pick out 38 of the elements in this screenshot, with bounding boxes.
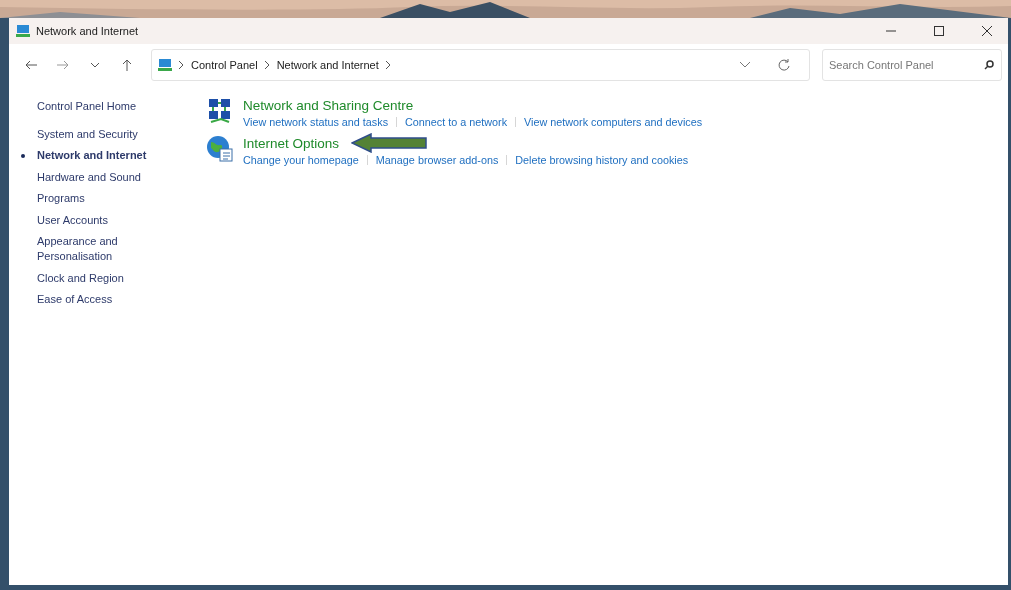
control-panel-icon <box>158 59 172 71</box>
sidebar-item[interactable]: Network and Internet <box>37 145 147 167</box>
caret-icon[interactable] <box>91 62 99 68</box>
dropdown-icon[interactable] <box>740 62 750 68</box>
close-icon[interactable] <box>982 26 992 36</box>
globe-document-icon <box>205 134 235 164</box>
back-arrow-icon[interactable] <box>25 60 37 70</box>
chevron-icon <box>264 61 270 69</box>
task-link[interactable]: Change your homepage <box>243 154 359 166</box>
category-title[interactable]: Internet Options <box>243 135 340 151</box>
sidebar-item[interactable]: Clock and Region <box>37 267 124 289</box>
sidebar-item[interactable]: User Accounts <box>37 209 108 231</box>
chevron-icon <box>385 61 391 69</box>
sidebar-link[interactable]: Control Panel Home <box>37 96 137 118</box>
task-link[interactable]: View network computers and devices <box>524 116 703 128</box>
control-panel-icon <box>16 25 30 37</box>
sidebar-item[interactable]: Appearance and Personalisation <box>37 231 127 268</box>
breadcrumb[interactable]: Control Panel <box>191 59 258 71</box>
sidebar-item[interactable]: System and Security <box>37 123 138 145</box>
sidebar-item[interactable]: Programs <box>37 188 85 210</box>
chevron-icon <box>179 61 184 69</box>
breadcrumb[interactable]: Network and Internet <box>276 59 379 71</box>
task-link[interactable]: Delete browsing history and cookies <box>515 154 689 166</box>
task-link[interactable]: Manage browser add-ons <box>375 154 499 166</box>
forward-arrow-icon[interactable] <box>57 60 69 70</box>
sidebar-item[interactable]: Hardware and Sound <box>37 166 141 188</box>
maximize-icon[interactable] <box>934 26 944 36</box>
task-link[interactable]: View network status and tasks <box>243 116 389 128</box>
sidebar-item[interactable]: Ease of Access <box>37 289 113 311</box>
up-arrow-icon[interactable] <box>122 59 132 71</box>
window-title: Network and Internet <box>36 25 140 37</box>
address-bar[interactable]: Control Panel Network and Internet <box>151 49 810 81</box>
task-link[interactable]: Connect to a network <box>405 116 508 128</box>
search-field[interactable]: Search Control Panel <box>822 49 1002 81</box>
category-title[interactable]: Network and Sharing Centre <box>243 97 414 113</box>
bullet-icon <box>21 153 25 158</box>
refresh-icon[interactable] <box>778 59 790 71</box>
search-icon <box>984 60 994 70</box>
